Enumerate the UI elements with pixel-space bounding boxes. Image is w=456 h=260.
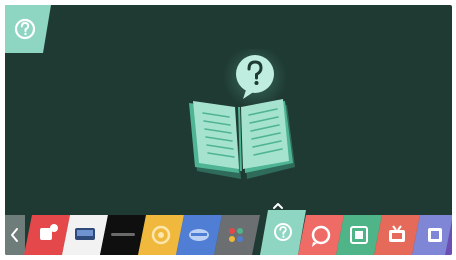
help-tile[interactable]: [5, 5, 51, 53]
app-icon: [428, 228, 442, 242]
chevron-up-icon: [273, 203, 283, 209]
app-icon: [189, 229, 209, 241]
help-illustration: [183, 45, 303, 189]
app-icon: [75, 228, 95, 240]
app-tile-grey[interactable]: [214, 215, 260, 255]
launcher-back-button[interactable]: [5, 215, 25, 255]
chevron-left-icon: [11, 228, 18, 242]
tv-screen: [5, 5, 452, 255]
open-book-icon: [189, 99, 295, 179]
app-tile-purple[interactable]: [445, 215, 452, 255]
expand-launcher-button[interactable]: [271, 197, 285, 209]
app-icon: [111, 233, 135, 236]
